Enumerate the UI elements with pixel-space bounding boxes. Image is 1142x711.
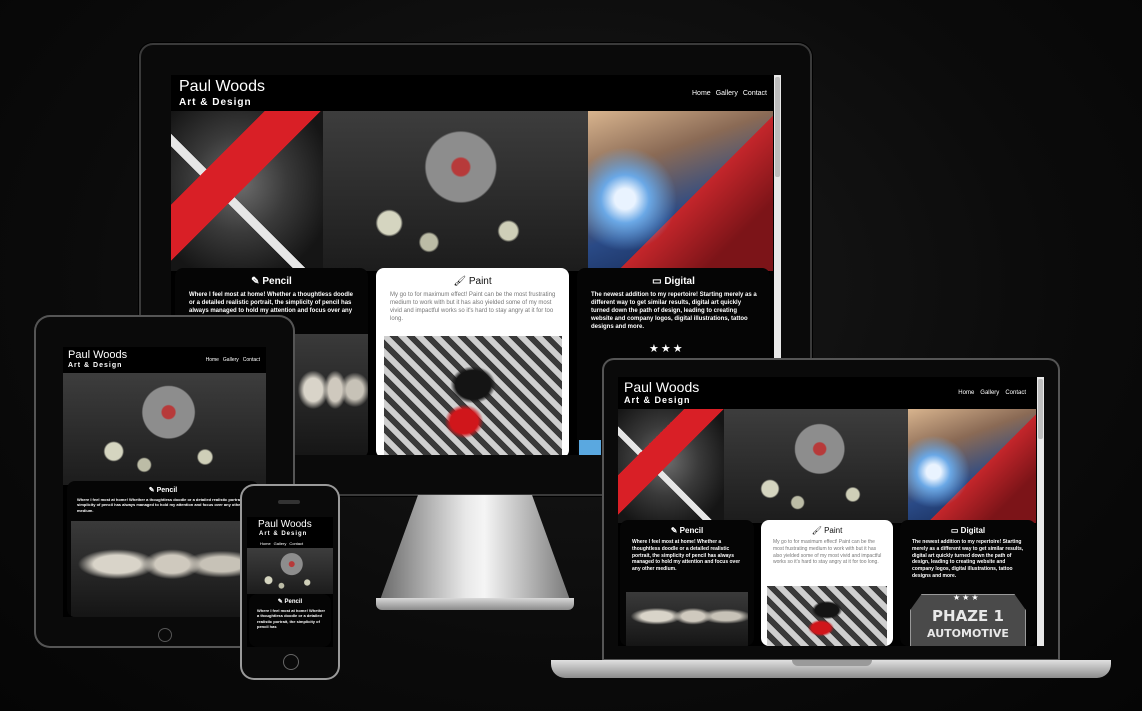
phone-card-pencil: ✎ Pencil Where I feel most at home! Whet…	[249, 594, 331, 647]
laptop-brand-subtitle: Art & Design	[624, 395, 691, 405]
pencil-icon: ✎	[670, 526, 678, 535]
phone-nav-gallery[interactable]: Gallery	[274, 541, 287, 546]
laptop-nav-gallery[interactable]: Gallery	[980, 390, 999, 396]
card-pencil-text: Where I feel most at home! Whether a tho…	[189, 292, 354, 315]
laptop-screen: Paul Woods Art & Design Home Gallery Con…	[618, 377, 1044, 646]
tablet-brand-name[interactable]: Paul Woods	[68, 349, 127, 361]
laptop-scroll-thumb[interactable]	[1038, 379, 1043, 439]
card-pencil-title: ✎ Pencil	[251, 276, 292, 287]
pencil-icon: ✎	[277, 599, 283, 605]
tablet-card-pencil-image	[71, 521, 255, 617]
phone-nav-contact[interactable]: Contact	[289, 541, 303, 546]
laptop-brand-name[interactable]: Paul Woods	[624, 379, 699, 395]
tablet-card-pencil: ✎ Pencil Where I feel most at home! Whet…	[67, 481, 259, 617]
tablet-nav-gallery[interactable]: Gallery	[223, 357, 239, 363]
tablet-nav-links: Home Gallery Contact	[206, 357, 260, 363]
phaze-logo: ★★★ PHAZE 1 AUTOMOTIVE	[910, 594, 1026, 646]
card-digital-title: ▭ Digital	[652, 276, 695, 287]
laptop-hero-image-superman	[908, 409, 1036, 523]
imac-scroll-thumb[interactable]	[775, 77, 780, 177]
laptop-card-paint-title: 🖌 Paint	[811, 526, 843, 535]
phone-nav-links: Home Gallery Contact	[260, 541, 303, 546]
laptop-nav-home[interactable]: Home	[958, 390, 974, 396]
phone-card-pencil-text: Where I feel most at home! Whether a tho…	[257, 608, 326, 630]
tablet-brand-subtitle: Art & Design	[68, 362, 123, 369]
imac-stand	[380, 495, 570, 600]
accent-strip	[579, 440, 601, 455]
laptop-card-digital-text: The newest addition to my repertoire! St…	[912, 539, 1024, 579]
tablet-hero-image	[63, 373, 266, 485]
laptop-card-paint-text: My go to for maximum effect! Paint can b…	[773, 539, 882, 566]
tablet-navbar: Paul Woods Art & Design Home Gallery Con…	[63, 347, 266, 373]
phone-screen: Paul Woods Art & Design Home Gallery Con…	[247, 517, 333, 647]
laptop-card-pencil-text: Where I feel most at home! Whether a tho…	[632, 539, 741, 572]
laptop-scrollbar[interactable]	[1037, 377, 1044, 646]
phone-speaker	[278, 500, 300, 504]
card-paint-title: 🖌 Paint	[453, 276, 492, 287]
navbar: Paul Woods Art & Design Home Gallery Con…	[171, 75, 781, 111]
phone-brand-subtitle: Art & Design	[259, 531, 308, 537]
card-paint: 🖌 Paint My go to for maximum effect! Pai…	[376, 268, 569, 455]
phaze-logo-stars: ★★★	[953, 593, 981, 602]
nav-home[interactable]: Home	[692, 90, 711, 97]
nav-links: Home Gallery Contact	[692, 90, 767, 97]
hero-image-face	[171, 111, 323, 271]
badge-stars: ★★★	[649, 343, 685, 355]
phone-nav-home[interactable]: Home	[260, 541, 271, 546]
tablet-screen: Paul Woods Art & Design Home Gallery Con…	[63, 347, 266, 617]
hero-image-superman	[588, 111, 773, 271]
monitor-icon: ▭	[652, 276, 662, 287]
laptop-nav-contact[interactable]: Contact	[1005, 390, 1026, 396]
laptop-hero-image-face	[618, 409, 724, 523]
phone-hero-image	[247, 548, 333, 594]
monitor-icon: ▭	[950, 526, 959, 535]
tablet-nav-contact[interactable]: Contact	[243, 357, 260, 363]
card-digital-text: The newest addition to my repertoire! St…	[591, 292, 757, 331]
laptop-card-digital-title: ▭ Digital	[950, 526, 986, 535]
nav-contact[interactable]: Contact	[743, 90, 767, 97]
brand-subtitle: Art & Design	[179, 97, 252, 108]
phone-card-pencil-title: ✎ Pencil	[277, 599, 303, 605]
brand-name[interactable]: Paul Woods	[179, 78, 265, 96]
laptop-card-paint: 🖌 Paint My go to for maximum effect! Pai…	[761, 520, 893, 646]
paint-brush-icon: 🖌	[811, 526, 822, 535]
laptop-hero-image-smiley	[724, 409, 908, 523]
laptop-card-pencil-image	[626, 592, 748, 646]
tablet-card-pencil-text: Where I feel most at home! Whether a tho…	[77, 497, 251, 513]
laptop-card-digital: ▭ Digital The newest addition to my repe…	[900, 520, 1036, 646]
laptop-card-paint-image	[767, 586, 887, 646]
phone-navbar: Paul Woods Art & Design Home Gallery Con…	[247, 517, 333, 547]
laptop-card-pencil-title: ✎ Pencil	[670, 526, 704, 535]
card-pencil-image	[295, 334, 368, 455]
laptop-card-pencil: ✎ Pencil Where I feel most at home! Whet…	[620, 520, 754, 646]
laptop-nav-links: Home Gallery Contact	[958, 390, 1026, 396]
phaze-logo-line2: AUTOMOTIVE	[927, 627, 1009, 640]
paint-brush-icon: 🖌	[453, 276, 467, 287]
phone-brand-name[interactable]: Paul Woods	[258, 519, 312, 530]
hero-image-smiley	[323, 111, 588, 271]
tablet-card-pencil-title: ✎ Pencil	[148, 487, 178, 494]
nav-gallery[interactable]: Gallery	[716, 90, 738, 97]
pencil-icon: ✎	[148, 487, 155, 494]
phaze-logo-line1: PHAZE 1	[932, 607, 1004, 625]
laptop-navbar: Paul Woods Art & Design Home Gallery Con…	[618, 377, 1044, 409]
card-paint-text: My go to for maximum effect! Paint can b…	[390, 292, 556, 323]
pencil-icon: ✎	[251, 276, 260, 287]
tablet-nav-home[interactable]: Home	[206, 357, 219, 363]
tablet-home-button	[158, 628, 172, 642]
laptop-notch	[792, 660, 872, 666]
imac-base	[376, 598, 574, 610]
card-paint-image	[384, 336, 562, 455]
phone-home-button	[283, 654, 299, 670]
